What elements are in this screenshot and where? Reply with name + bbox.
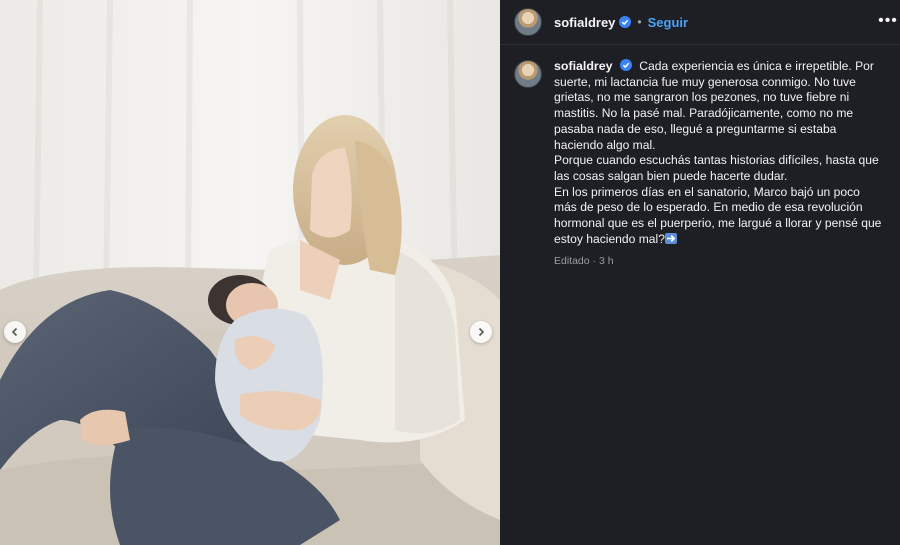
post-details-panel: sofialdrey • Seguir ••• sofialdrey Cada … [500,0,900,545]
arrow-right-emoji-icon [664,232,677,244]
chevron-right-icon [478,327,485,337]
avatar[interactable] [514,8,542,36]
follow-button[interactable]: Seguir [648,15,688,30]
caption-section: sofialdrey Cada experiencia es única e i… [500,45,900,267]
verified-badge-icon [619,16,632,28]
post-header: sofialdrey • Seguir ••• [500,0,900,45]
separator-dot: • [637,15,642,29]
caption-username[interactable]: sofialdrey [554,59,613,73]
chevron-left-icon [11,327,18,337]
carousel-next-button[interactable] [470,321,492,343]
caption-text: sofialdrey Cada experiencia es única e i… [554,59,884,247]
photo-illustration [0,0,500,545]
more-options-button[interactable]: ••• [878,11,898,31]
caption-paragraph-3: En los primeros días en el sanatorio, Ma… [554,184,882,246]
post-image [0,0,500,545]
more-options-icon: ••• [878,12,898,29]
carousel-prev-button[interactable] [4,321,26,343]
post-meta: Editado · 3 h [554,255,614,268]
caption-avatar[interactable] [514,60,542,88]
caption-body: sofialdrey Cada experiencia es única e i… [554,59,884,267]
caption-paragraph-2: Porque cuando escuchás tantas historias … [554,153,879,183]
verified-badge-icon [619,59,632,71]
header-username[interactable]: sofialdrey [554,15,615,30]
